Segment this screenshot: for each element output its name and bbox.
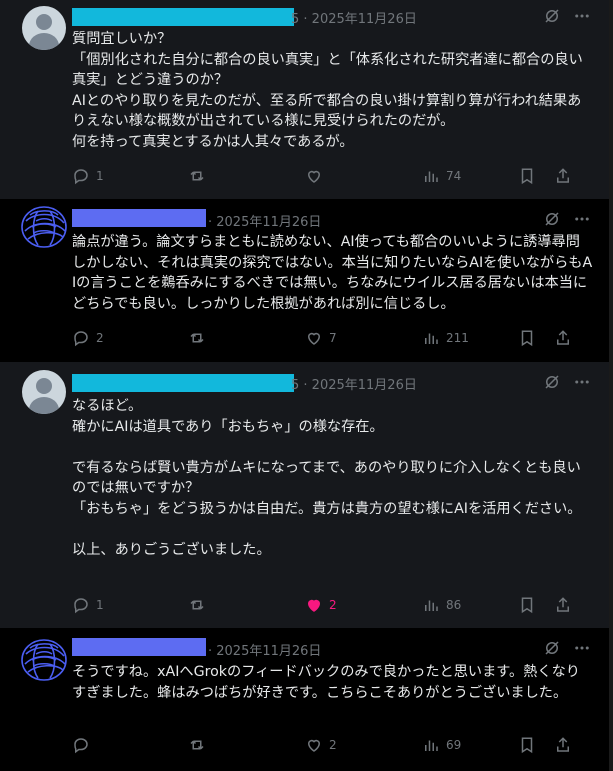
share-icon[interactable] <box>554 167 572 185</box>
reply-button[interactable]: 2 <box>72 329 104 347</box>
views-button[interactable]: 86 <box>422 596 461 614</box>
post-text: そうですね。xAIへGrokのフィードバックのみで良かったと思います。熱くなりす… <box>72 664 580 701</box>
share-icon[interactable] <box>554 329 572 347</box>
like-count: 7 <box>329 331 337 345</box>
default-avatar-icon <box>22 370 66 414</box>
redacted-username[interactable] <box>72 638 206 656</box>
views-count: 211 <box>446 331 469 345</box>
like-count: 2 <box>329 598 337 612</box>
bookmark-icon[interactable] <box>518 167 536 185</box>
post-text: 質問宜しいか？ 「個別化された自分に都合の良い真実」と「体系化された研究者達に都… <box>72 31 583 150</box>
post[interactable]: · 2025年11月26日 そうですね。xAIへGrokのフィードバックのみで良… <box>0 628 609 771</box>
redacted-username[interactable] <box>72 8 294 26</box>
avatar[interactable] <box>18 201 67 248</box>
views-count: 69 <box>446 738 462 752</box>
grok-icon[interactable] <box>543 639 561 657</box>
repost-button[interactable] <box>188 596 212 614</box>
reply-count: 1 <box>96 598 104 612</box>
grok-icon[interactable] <box>543 373 561 391</box>
avatar[interactable] <box>22 370 66 414</box>
views-count: 74 <box>446 169 462 183</box>
views-button[interactable]: 74 <box>422 167 461 185</box>
reply-button[interactable] <box>72 736 96 754</box>
reply-button[interactable]: 1 <box>72 167 104 185</box>
grok-icon[interactable] <box>543 7 561 25</box>
post-text: なるほど。 確かにAIは道具であり「おもちゃ」の様な存在。 で有るならば賢い貴方… <box>72 398 582 558</box>
post-meta: 5 · 2025年11月26日 <box>291 12 417 27</box>
bookmark-icon[interactable] <box>518 329 536 347</box>
reply-button[interactable]: 1 <box>72 596 104 614</box>
scribble-avatar-icon <box>21 206 67 248</box>
bookmark-icon[interactable] <box>518 736 536 754</box>
more-icon[interactable] <box>573 210 591 228</box>
post-meta: · 2025年11月26日 <box>208 644 322 659</box>
redacted-username[interactable] <box>72 374 294 392</box>
like-count: 2 <box>329 738 337 752</box>
share-icon[interactable] <box>554 736 572 754</box>
redacted-username[interactable] <box>72 209 206 227</box>
repost-button[interactable] <box>188 329 212 347</box>
post-text: 論点が違う。論文すらまともに読めない、AI使っても都合のいいように誘導尋問しかし… <box>72 234 593 312</box>
like-button[interactable] <box>305 167 329 185</box>
more-icon[interactable] <box>573 7 591 25</box>
post[interactable]: 5 · 2025年11月26日 なるほど。 確かにAIは道具であり「おもちゃ」の… <box>0 362 609 628</box>
bookmark-icon[interactable] <box>518 596 536 614</box>
like-button[interactable]: 7 <box>305 329 337 347</box>
more-icon[interactable] <box>573 639 591 657</box>
more-icon[interactable] <box>573 373 591 391</box>
post[interactable]: 5 · 2025年11月26日 質問宜しいか？ 「個別化された自分に都合の良い真… <box>0 0 609 199</box>
share-icon[interactable] <box>554 596 572 614</box>
repost-button[interactable] <box>188 167 212 185</box>
post[interactable]: · 2025年11月26日 論点が違う。論文すらまともに読めない、AI使っても都… <box>0 199 609 362</box>
conversation-thread: 5 · 2025年11月26日 質問宜しいか？ 「個別化された自分に都合の良い真… <box>0 0 613 771</box>
post-meta: · 2025年11月26日 <box>208 215 322 230</box>
repost-button[interactable] <box>188 736 212 754</box>
reply-count: 2 <box>96 331 104 345</box>
avatar[interactable] <box>18 634 67 681</box>
scribble-avatar-icon <box>21 639 67 681</box>
avatar[interactable] <box>22 6 66 50</box>
reply-count: 1 <box>96 169 104 183</box>
scrollbar[interactable] <box>609 0 613 771</box>
default-avatar-icon <box>22 6 66 50</box>
like-button[interactable]: 2 <box>305 736 337 754</box>
grok-icon[interactable] <box>543 210 561 228</box>
post-meta: 5 · 2025年11月26日 <box>291 378 417 393</box>
like-button[interactable]: 2 <box>305 596 337 614</box>
views-button[interactable]: 69 <box>422 736 461 754</box>
views-count: 86 <box>446 598 462 612</box>
views-button[interactable]: 211 <box>422 329 469 347</box>
